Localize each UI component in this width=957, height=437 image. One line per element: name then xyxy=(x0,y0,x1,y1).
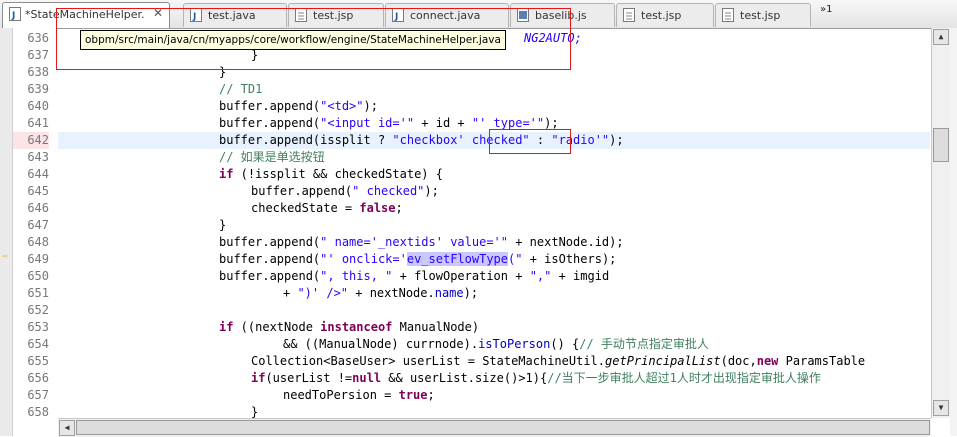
tab-label: test.jsp xyxy=(641,9,682,22)
right-overview-ruler xyxy=(950,28,957,436)
code-line: if(userList !=null && userList.size()>1)… xyxy=(251,371,821,385)
scroll-down-icon[interactable]: ▼ xyxy=(933,400,949,416)
jsp-file-icon xyxy=(623,8,635,22)
code-line: Collection<BaseUser> userList = StateMac… xyxy=(251,354,866,368)
line-number: 649 xyxy=(27,252,49,266)
tab-test-jsp-2[interactable]: test.jsp xyxy=(616,3,714,27)
line-number: 658 xyxy=(27,405,49,419)
code-line: + ")' />" + nextNode.name); xyxy=(283,286,479,300)
svg-text:J: J xyxy=(11,11,15,21)
tab-label: test.jsp xyxy=(740,9,781,22)
code-line: buffer.append("' onclick='ev_setFlowType… xyxy=(219,252,617,266)
line-number: 648 xyxy=(27,235,49,249)
tab-test-jsp-3[interactable]: test.jsp xyxy=(715,3,811,27)
line-number: 644 xyxy=(27,167,49,181)
line-number: 642 xyxy=(13,132,49,149)
code-line: checkedState = false; xyxy=(251,201,403,215)
debug-arrow-icon: ⇨ xyxy=(2,251,9,262)
line-number-gutter: 636 637 638 639 640 641 642 643 644 645 … xyxy=(13,28,57,419)
scrollbar-thumb[interactable] xyxy=(76,420,930,435)
annotation-box-tab-tooltip xyxy=(56,8,571,70)
annotation-box-checked xyxy=(489,129,571,154)
scrollbar-thumb[interactable] xyxy=(933,128,949,162)
code-line: // 如果是单选按钮 xyxy=(219,150,325,164)
code-line: buffer.append("<td>"); xyxy=(219,99,378,113)
line-number: 637 xyxy=(27,48,49,62)
line-number: 656 xyxy=(27,371,49,385)
left-overview-ruler: ⇨ xyxy=(0,28,13,436)
line-number: 655 xyxy=(27,354,49,368)
line-number: 639 xyxy=(27,82,49,96)
line-number: 645 xyxy=(27,184,49,198)
line-number: 650 xyxy=(27,269,49,283)
code-editor[interactable]: NG2AUTO; } } // TD1 buffer.append("<td>"… xyxy=(58,28,930,418)
horizontal-scrollbar[interactable]: ◀ xyxy=(58,418,931,437)
code-line: buffer.append(" checked"); xyxy=(251,184,439,198)
line-number: 638 xyxy=(27,65,49,79)
code-line: } xyxy=(219,218,227,232)
scroll-up-icon[interactable]: ▲ xyxy=(933,29,949,45)
code-line: && ((ManualNode) currnode).isToPerson() … xyxy=(283,337,709,351)
line-number: 643 xyxy=(27,150,49,164)
code-line: if (!issplit && checkedState) { xyxy=(219,167,443,181)
jsp-file-icon xyxy=(722,8,734,22)
line-number: 651 xyxy=(27,286,49,300)
code-line: if ((nextNode instanceof ManualNode) xyxy=(219,320,480,334)
code-line: buffer.append(", this, " + flowOperation… xyxy=(219,269,610,283)
code-line: // TD1 xyxy=(219,82,263,96)
line-number: 647 xyxy=(27,218,49,232)
line-number: 646 xyxy=(27,201,49,215)
scroll-left-icon[interactable]: ◀ xyxy=(59,420,75,436)
line-number: 636 xyxy=(27,31,49,45)
line-number: 657 xyxy=(27,388,49,402)
code-line: needToPersion = true; xyxy=(283,388,435,402)
vertical-scrollbar[interactable]: ▲ ▼ xyxy=(931,28,950,418)
line-number: 653 xyxy=(27,320,49,334)
code-line: buffer.append(" name='_nextids' value='"… xyxy=(219,235,624,249)
line-number: 654 xyxy=(27,337,49,351)
java-file-icon: J xyxy=(9,7,21,21)
line-number: 641 xyxy=(27,116,49,130)
line-number: 652 xyxy=(27,303,49,317)
line-number: 640 xyxy=(27,99,49,113)
code-line: } xyxy=(251,405,259,418)
tab-overflow-button[interactable]: »1 xyxy=(820,4,832,15)
